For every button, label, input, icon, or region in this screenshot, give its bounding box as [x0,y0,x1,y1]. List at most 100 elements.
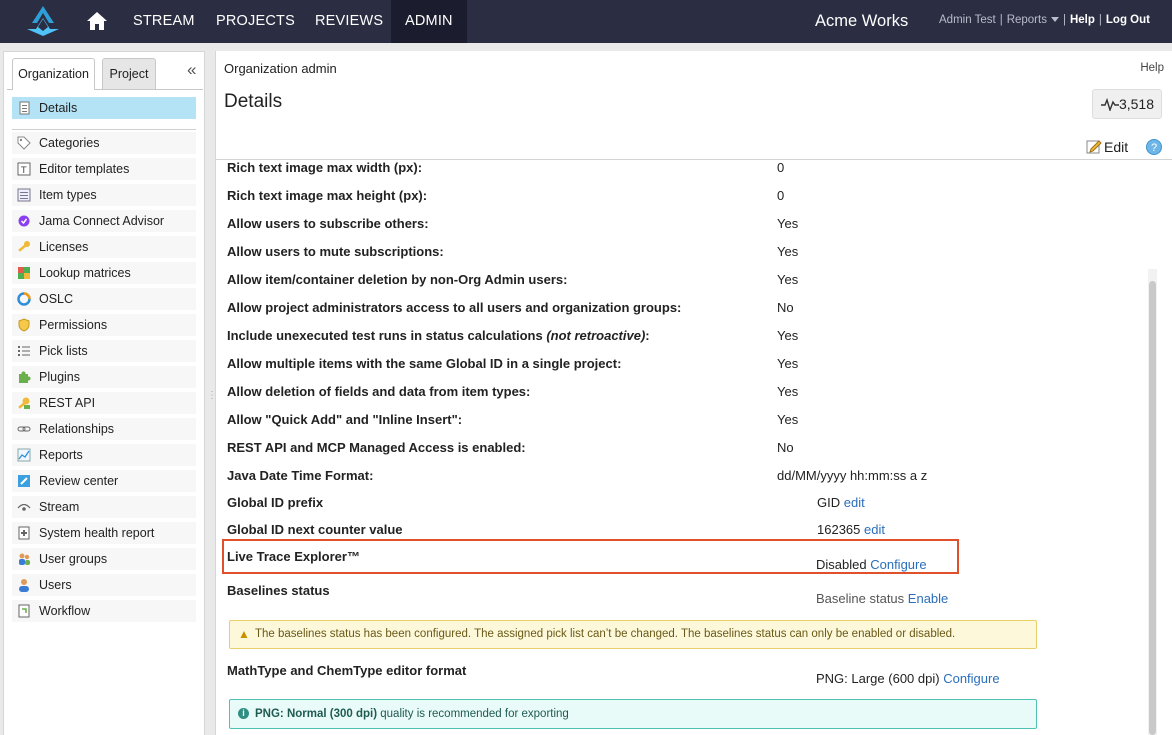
sidebar-item-details[interactable]: Details [12,97,196,119]
tab-organization[interactable]: Organization [12,58,95,90]
nav-reviews[interactable]: REVIEWS [304,0,394,43]
sidebar-item-label: REST API [39,396,96,410]
admin-sidebar: Organization Project « Details Categorie… [3,51,205,735]
enable-baselines-link[interactable]: Enable [908,591,948,606]
user-icon [17,578,31,592]
user-links: Admin Test | Reports | Help | Log Out [939,14,1150,26]
sidebar-item-review-center[interactable]: Review center [12,470,196,492]
setting-label: Allow item/container deletion by non-Org… [227,272,568,287]
setting-label: Rich text image max width (px): [227,160,423,175]
shield-icon [17,318,31,332]
stream-icon [17,500,31,514]
sidebar-item-label: Plugins [39,370,80,384]
warning-icon: ▲ [238,627,250,641]
configure-mathtype-link[interactable]: Configure [943,671,999,686]
global-id-counter-label: Global ID next counter value [227,522,403,537]
setting-value: Yes [777,216,799,231]
sidebar-item-label: Users [39,578,72,592]
global-id-counter-value: 162365 edit [817,522,885,537]
edit-global-id-prefix-link[interactable]: edit [844,495,865,510]
setting-label: Allow deletion of fields and data from i… [227,384,531,399]
activity-pulse-icon [1101,98,1119,111]
sidebar-item-categories[interactable]: Categories [12,132,196,154]
info-icon: i [238,708,249,719]
sidebar-item-pick-lists[interactable]: Pick lists [12,340,196,362]
user-menu[interactable]: Admin Test [939,14,996,26]
tab-project[interactable]: Project [102,58,156,89]
reports-menu[interactable]: Reports [1007,14,1059,26]
setting-label: Rich text image max height (px): [227,188,428,203]
page-title: Details [224,91,283,112]
home-icon[interactable] [86,10,108,32]
baselines-label: Baselines status [227,583,330,598]
sidebar-item-workflow[interactable]: Workflow [12,600,196,622]
sidebar-item-label: Pick lists [39,344,88,358]
edit-global-id-counter-link[interactable]: edit [864,522,885,537]
svg-text:T: T [20,166,27,176]
setting-label: Allow project administrators access to a… [227,300,682,315]
advisor-icon [17,214,31,228]
activity-counter[interactable]: 3,518 [1092,89,1162,119]
setting-value: dd/MM/yyyy hh:mm:ss a z [777,468,928,483]
sidebar-item-label: Lookup matrices [39,266,131,280]
sidebar-item-licenses[interactable]: Licenses [12,236,196,258]
setting-label: Java Date Time Format: [227,468,374,483]
sidebar-item-plugins[interactable]: Plugins [12,366,196,388]
setting-label-suffix: : [645,328,650,343]
sidebar-item-editor-templates[interactable]: T Editor templates [12,158,196,180]
sidebar-item-lookup-matrices[interactable]: Lookup matrices [12,262,196,284]
chart-icon [17,448,31,462]
setting-label: Allow users to mute subscriptions: [227,244,444,259]
list-icon [17,344,31,358]
sidebar-item-user-groups[interactable]: User groups [12,548,196,570]
baselines-warning-banner: ▲ The baselines status has been configur… [229,620,1037,649]
setting-value: Yes [777,412,799,427]
setting-label-text: Include unexecuted test runs in status c… [227,328,543,343]
details-icon [17,101,31,115]
sidebar-item-relationships[interactable]: Relationships [12,418,196,440]
page-help-link[interactable]: Help [1140,62,1164,74]
link-icon [17,422,31,436]
sidebar-item-label: Workflow [39,604,91,618]
sidebar-item-users[interactable]: Users [12,574,196,596]
setting-value: Yes [777,244,799,259]
logout-link[interactable]: Log Out [1106,14,1150,26]
live-trace-label: Live Trace Explorer™ [227,549,360,564]
sidebar-item-rest-api[interactable]: REST API [12,392,196,414]
breadcrumb: Organization admin [224,61,337,76]
workflow-icon [17,604,31,618]
help-link[interactable]: Help [1070,14,1095,26]
setting-label: Allow multiple items with the same Globa… [227,356,622,371]
details-content: Rich text image max width (px): 0 Rich t… [216,160,1146,735]
sidebar-item-stream[interactable]: Stream [12,496,196,518]
sidebar-item-reports[interactable]: Reports [12,444,196,466]
sidebar-item-label: Categories [39,136,100,150]
nav-admin[interactable]: ADMIN [391,0,467,43]
sidebar-item-label: OSLC [39,292,74,306]
sidebar-item-label: Reports [39,448,83,462]
sidebar-item-item-types[interactable]: Item types [12,184,196,206]
sidebar-item-advisor[interactable]: Jama Connect Advisor [12,210,196,232]
setting-value: 0 [777,160,785,175]
nav-stream[interactable]: STREAM [122,0,206,43]
sidebar-item-oslc[interactable]: OSLC [12,288,196,310]
setting-value: Yes [777,384,799,399]
sidebar-item-label: Jama Connect Advisor [39,214,165,228]
scrollbar-thumb[interactable] [1149,281,1156,735]
mathtype-info-banner: i PNG: Normal (300 dpi) quality is recom… [229,699,1037,729]
top-nav-bar: STREAM PROJECTS REVIEWS ADMIN Acme Works… [0,0,1172,43]
mathtype-info-text: quality is recommended for exporting [377,708,569,720]
oslc-icon [17,292,31,306]
sidebar-item-system-health[interactable]: System health report [12,522,196,544]
sidebar-item-permissions[interactable]: Permissions [12,314,196,336]
sidebar-item-label: Stream [39,500,80,514]
sidebar-item-label: Permissions [39,318,108,332]
help-question-icon[interactable]: ? [1146,139,1162,155]
details-toolbar: Edit ? [216,133,1172,160]
collapse-sidebar-icon[interactable]: « [187,60,196,80]
nav-projects[interactable]: PROJECTS [205,0,306,43]
reports-label: Reports [1006,14,1047,26]
edit-button[interactable]: Edit [1086,139,1128,155]
jama-logo-icon[interactable] [24,5,62,37]
configure-live-trace-link[interactable]: Configure [870,557,926,572]
